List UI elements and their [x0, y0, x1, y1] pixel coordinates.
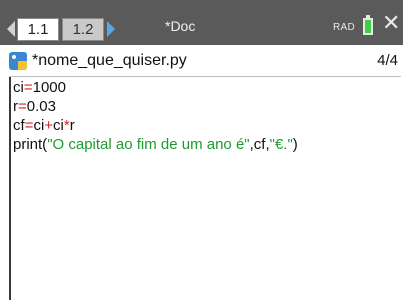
closing-paren: ) [292, 136, 298, 153]
string-literal: "O capital ao fim de um ano é" [47, 136, 250, 153]
identifier: ci [33, 117, 45, 134]
operator: + [44, 117, 54, 134]
literal: 0.03 [26, 98, 56, 115]
code-line-2[interactable]: r=0.03 [13, 98, 56, 115]
code-line-1[interactable]: ci=1000 [13, 79, 66, 96]
tab-1-1[interactable]: 1.1 [17, 18, 59, 41]
tab-1-2[interactable]: 1.2 [62, 18, 104, 41]
identifier: cf [13, 117, 25, 134]
battery-icon [363, 15, 373, 35]
close-icon[interactable]: ✕ [382, 12, 400, 34]
code-line-3[interactable]: cf=ci+ci*r [13, 117, 75, 134]
identifier: ci [53, 117, 64, 134]
function-call: print( [13, 136, 48, 153]
arguments: ,cf, [249, 136, 270, 153]
file-name: *nome_que_quiser.py [32, 52, 187, 69]
chevron-right-icon[interactable] [107, 21, 115, 37]
python-icon [9, 52, 27, 70]
angle-mode-indicator: RAD [333, 22, 356, 33]
file-header: *nome_que_quiser.py 4/4 [9, 50, 401, 76]
code-line-4[interactable]: print("O capital ao fim de um ano é",cf,… [13, 136, 298, 153]
chevron-left-icon[interactable] [7, 21, 15, 37]
top-bar: 1.1 1.2 *Doc RAD ✕ [0, 0, 403, 45]
identifier: r [69, 117, 75, 134]
code-editor[interactable] [9, 76, 401, 300]
literal: 1000 [32, 79, 66, 96]
identifier: ci [13, 79, 24, 96]
string-literal: "€." [269, 136, 293, 153]
operator: = [23, 79, 33, 96]
page-indicator: 4/4 [377, 52, 398, 69]
document-title: *Doc [165, 18, 196, 34]
operator: = [18, 98, 27, 115]
text-cursor [9, 77, 11, 300]
